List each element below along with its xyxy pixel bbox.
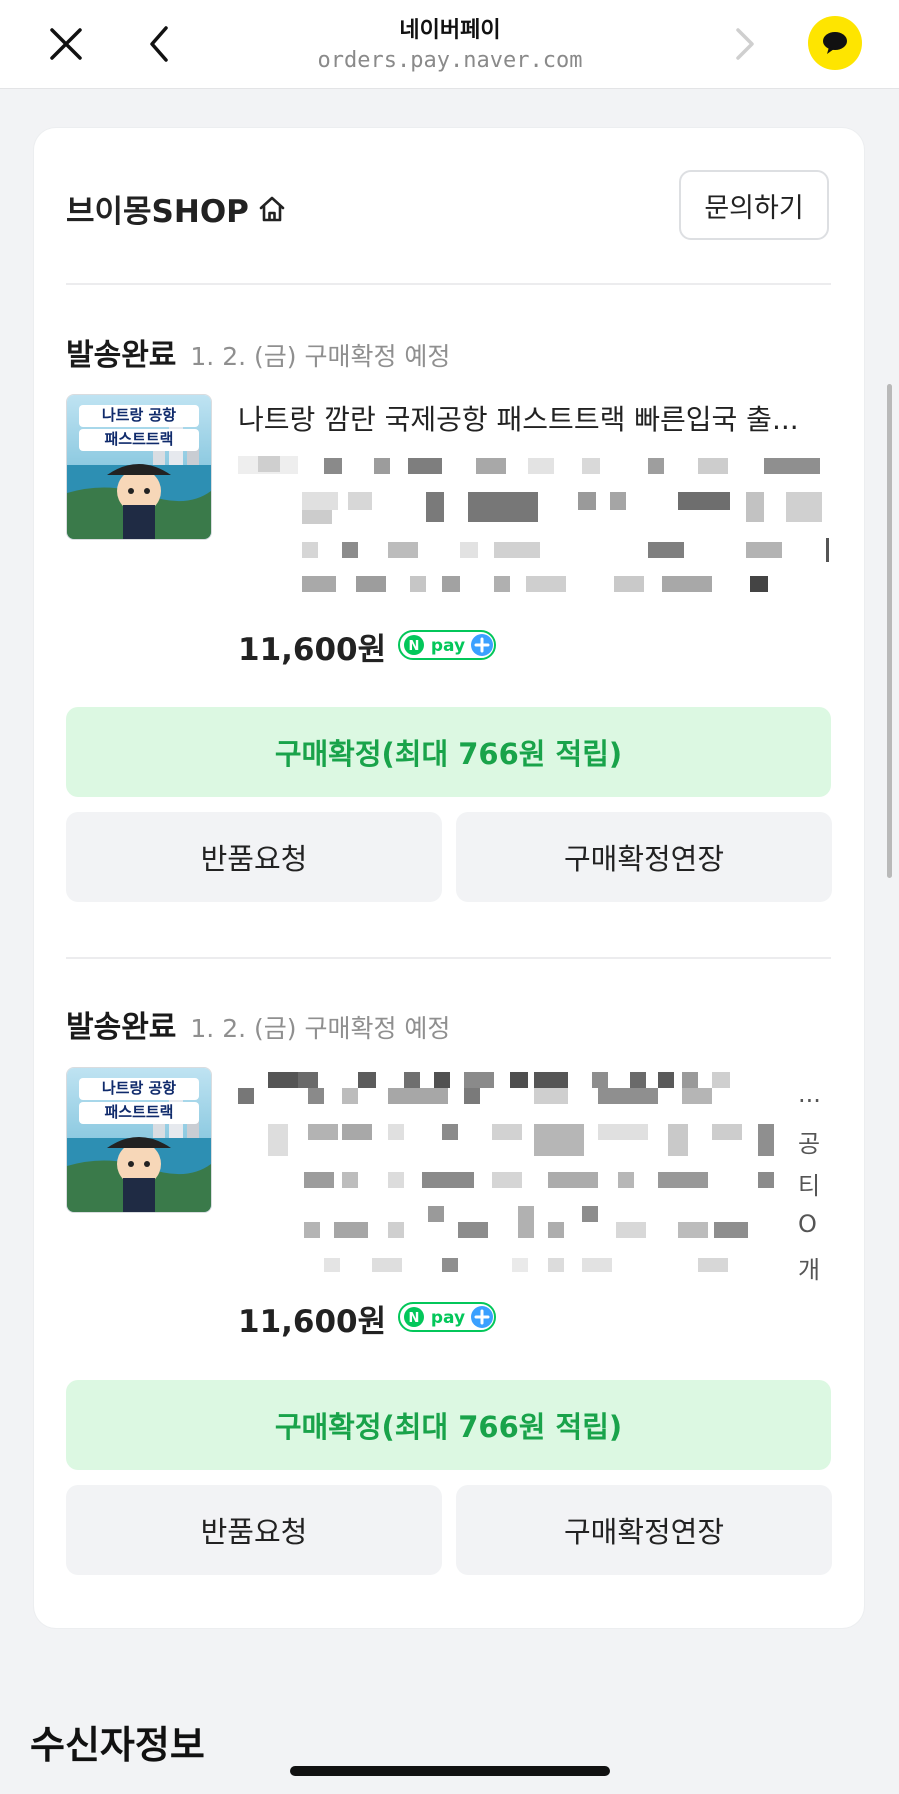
thumbnail-text: 나트랑 공항 (101, 1079, 177, 1097)
inquiry-button[interactable]: 문의하기 (679, 170, 829, 240)
truncated-text-fragment: O (798, 1210, 817, 1238)
truncated-text-fragment: 개 (798, 1256, 821, 1284)
home-icon (259, 196, 285, 221)
section-title-recipient-info: 수신자정보 (30, 1723, 205, 1767)
kakaotalk-button[interactable] (808, 16, 862, 70)
extend-confirm-button[interactable]: 구매확정연장 (456, 1485, 832, 1575)
product-price: 11,600원 (238, 1304, 387, 1340)
truncated-text-fragment: 공 (798, 1130, 821, 1158)
product-thumbnail[interactable]: 나트랑 공항 패스트트랙 (66, 394, 212, 540)
browser-title: 네이버페이 (399, 18, 501, 43)
svg-text:N: N (409, 639, 420, 654)
truncated-text-fragment: 티 (798, 1172, 821, 1200)
order-status: 발송완료 (66, 338, 177, 373)
thumbnail-text: 패스트트랙 (104, 1103, 174, 1121)
blurred-product-options (238, 456, 829, 592)
order-status-detail: 1. 2. (금) 구매확정 예정 (190, 1014, 451, 1043)
product-price: 11,600원 (238, 632, 387, 668)
return-request-button[interactable]: 반품요청 (66, 812, 442, 902)
blurred-product-info (238, 1072, 774, 1272)
order-status: 발송완료 (66, 1010, 177, 1045)
price-row: 11,600원 N pay (238, 1296, 497, 1341)
divider (66, 283, 831, 285)
order-status-row: 발송완료 1. 2. (금) 구매확정 예정 (66, 1002, 450, 1046)
browser-top-bar: 네이버페이 orders.pay.naver.com (0, 0, 899, 89)
npay-plus-badge: N pay (398, 1301, 497, 1336)
browser-url[interactable]: orders.pay.naver.com (250, 48, 650, 73)
product-thumbnail[interactable]: 나트랑 공항 패스트트랙 (66, 1067, 212, 1213)
seller-name: 브이몽SHOP (66, 194, 249, 230)
svg-text:pay: pay (431, 636, 465, 656)
product-name[interactable]: 나트랑 깜란 국제공항 패스트트랙 빠른입국 출... (238, 398, 830, 438)
speech-bubble-icon (823, 32, 847, 54)
home-indicator[interactable] (290, 1766, 610, 1776)
chevron-right-icon[interactable] (724, 22, 764, 66)
extend-confirm-button[interactable]: 구매확정연장 (456, 812, 832, 902)
order-status-row: 발송완료 1. 2. (금) 구매확정 예정 (66, 330, 450, 374)
npay-plus-badge: N pay (398, 629, 497, 664)
svg-text:N: N (409, 1311, 420, 1326)
scrollbar[interactable] (887, 384, 892, 878)
divider (66, 957, 831, 959)
seller-name-link[interactable]: 브이몽SHOP (66, 186, 287, 231)
chevron-left-icon[interactable] (140, 22, 180, 66)
thumbnail-text: 나트랑 공항 (101, 406, 177, 424)
thumbnail-text: 패스트트랙 (104, 430, 174, 448)
svg-text:pay: pay (431, 1308, 465, 1328)
truncated-text-fragment: ... (798, 1080, 821, 1108)
return-request-button[interactable]: 반품요청 (66, 1485, 442, 1575)
order-status-detail: 1. 2. (금) 구매확정 예정 (190, 342, 451, 371)
price-row: 11,600원 N pay (238, 624, 497, 669)
purchase-confirm-button[interactable]: 구매확정(최대 766원 적립) (66, 1380, 831, 1470)
purchase-confirm-button[interactable]: 구매확정(최대 766원 적립) (66, 707, 831, 797)
close-icon[interactable] (44, 22, 88, 66)
